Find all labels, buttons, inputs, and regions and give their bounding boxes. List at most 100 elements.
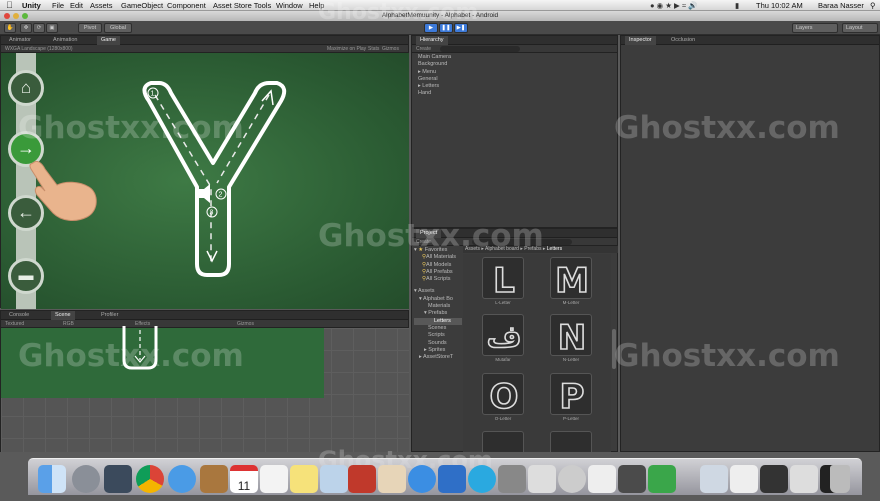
favorite-label: All Materials: [426, 254, 456, 261]
safari-icon[interactable]: [168, 465, 196, 493]
tab-profiler[interactable]: Profiler: [97, 311, 122, 320]
sublime-icon[interactable]: [618, 465, 646, 493]
system-preferences-icon[interactable]: [498, 465, 526, 493]
gizmos-toggle[interactable]: Gizmos: [382, 45, 399, 53]
asset-thumbnail[interactable]: L: [482, 257, 524, 302]
menu-app[interactable]: Unity: [22, 0, 41, 11]
folder-item[interactable]: ▾ Alphabet Bo: [414, 296, 462, 303]
scene-gizmos-toggle[interactable]: Gizmos: [237, 320, 254, 328]
word-icon[interactable]: [438, 465, 466, 493]
documents-folder-icon[interactable]: [700, 465, 728, 493]
asset-thumbnail[interactable]: M: [550, 257, 592, 302]
move-tool-button[interactable]: ✥: [20, 23, 32, 33]
folder-assets[interactable]: ▾ Assets: [414, 288, 462, 295]
clock[interactable]: Thu 10:02 AM: [756, 0, 803, 11]
tab-inspector[interactable]: Inspector: [625, 36, 656, 45]
zoom-window-button[interactable]: [22, 13, 28, 19]
shading-dropdown[interactable]: Textured: [5, 320, 24, 328]
menu-assets[interactable]: Assets: [90, 0, 113, 11]
maximize-on-play-toggle[interactable]: Maximize on Play: [327, 45, 366, 53]
pivot-toggle[interactable]: Pivot: [78, 23, 102, 33]
menu-component[interactable]: Component: [167, 0, 206, 11]
hierarchy-item[interactable]: General: [418, 76, 451, 83]
favorite-item[interactable]: ⚲All Models: [414, 262, 462, 269]
network-icon[interactable]: [558, 465, 586, 493]
photo-booth-icon[interactable]: [348, 465, 376, 493]
tab-animator[interactable]: Animator: [5, 36, 35, 45]
menu-file[interactable]: File: [52, 0, 64, 11]
stats-toggle[interactable]: Stats: [368, 45, 379, 53]
folder-item-selected[interactable]: Letters: [414, 317, 462, 325]
folder-item[interactable]: ▾ Prefabs: [414, 310, 462, 317]
tab-game[interactable]: Game: [97, 36, 120, 45]
window-thumbnail-icon[interactable]: [790, 465, 818, 493]
tab-scene[interactable]: Scene: [51, 311, 75, 320]
menu-window[interactable]: Window: [276, 0, 303, 11]
game-tabbar: Animator Animation Game: [1, 36, 408, 45]
hierarchy-item[interactable]: ▸ Letters: [418, 83, 451, 90]
hierarchy-item[interactable]: Main Camera: [418, 54, 451, 61]
folder-item[interactable]: Sounds: [414, 340, 462, 347]
favorite-item[interactable]: ⚲All Materials: [414, 254, 462, 261]
reminders-icon[interactable]: [260, 465, 288, 493]
favorite-item[interactable]: ⚲All Scripts: [414, 276, 462, 283]
chrome-icon[interactable]: [136, 465, 164, 493]
search-icon[interactable]: ⚲: [870, 0, 876, 11]
skype-icon[interactable]: [468, 465, 496, 493]
aspect-dropdown[interactable]: WXGA Landscape (1280x800): [5, 45, 73, 53]
hierarchy-item[interactable]: Background: [418, 61, 451, 68]
folder-item[interactable]: ▸ Sprites: [414, 347, 462, 354]
global-toggle[interactable]: Global: [104, 23, 132, 33]
photoshop-icon[interactable]: [528, 465, 556, 493]
layers-dropdown[interactable]: Layers: [792, 23, 838, 33]
window-thumbnail-icon[interactable]: [730, 465, 758, 493]
minimize-window-button[interactable]: [13, 13, 19, 19]
rotate-tool-button[interactable]: ⟳: [33, 23, 45, 33]
window-thumbnail-icon[interactable]: [760, 465, 788, 493]
apple-icon[interactable]: : [6, 0, 13, 11]
asset-thumbnail[interactable]: [550, 431, 592, 452]
calendar-icon[interactable]: 11: [230, 465, 258, 493]
trash-icon[interactable]: [830, 465, 850, 493]
folder-item[interactable]: Scenes: [414, 325, 462, 332]
eraser-button[interactable]: ▬: [8, 258, 44, 294]
user-name[interactable]: Baraa Nasser: [818, 0, 864, 11]
menu-asset-store-tools[interactable]: Asset Store Tools: [213, 0, 271, 11]
finder-icon[interactable]: [38, 465, 66, 493]
asset-thumbnail[interactable]: ف: [482, 314, 524, 356]
game-view[interactable]: ⌂ → ← ▬ 1 2 3: [1, 53, 409, 309]
battery-icon[interactable]: ▮: [735, 0, 739, 11]
app-store-icon[interactable]: [408, 465, 436, 493]
asset-thumbnail[interactable]: P: [550, 373, 592, 418]
menu-edit[interactable]: Edit: [70, 0, 83, 11]
menu-gameobject[interactable]: GameObject: [121, 0, 163, 11]
hierarchy-search[interactable]: [440, 46, 520, 52]
tab-console[interactable]: Console: [5, 311, 33, 320]
tab-hierarchy[interactable]: Hierarchy: [416, 36, 448, 45]
camtasia-icon[interactable]: [648, 465, 676, 493]
scale-tool-button[interactable]: ▣: [46, 23, 58, 33]
folder-item[interactable]: ▸ AssetStoreT: [414, 354, 462, 361]
asset-thumbnail[interactable]: O: [482, 373, 524, 418]
hierarchy-item[interactable]: Hand: [418, 90, 451, 97]
home-button[interactable]: ⌂: [8, 70, 44, 106]
hierarchy-create-dropdown[interactable]: Create: [416, 45, 431, 53]
preview-icon[interactable]: [320, 465, 348, 493]
hierarchy-item[interactable]: ▸ Menu: [418, 69, 451, 76]
notes-icon[interactable]: [290, 465, 318, 493]
folder-item[interactable]: Scripts: [414, 332, 462, 339]
tab-occlusion[interactable]: Occlusion: [667, 36, 699, 45]
breadcrumb-item[interactable]: Letters: [547, 246, 562, 252]
address-book-icon[interactable]: [200, 465, 228, 493]
iphoto-icon[interactable]: [378, 465, 406, 493]
unity-icon[interactable]: [588, 465, 616, 493]
close-window-button[interactable]: [4, 13, 10, 19]
folder-item[interactable]: Materials: [414, 303, 462, 310]
launchpad-icon[interactable]: [72, 465, 100, 493]
tab-animation[interactable]: Animation: [49, 36, 81, 45]
layout-dropdown[interactable]: Layout: [842, 23, 878, 33]
mission-control-icon[interactable]: [104, 465, 132, 493]
rgb-dropdown[interactable]: RGB: [63, 320, 74, 328]
hand-tool-button[interactable]: ✋: [4, 23, 16, 33]
asset-thumbnail[interactable]: N: [550, 314, 592, 359]
